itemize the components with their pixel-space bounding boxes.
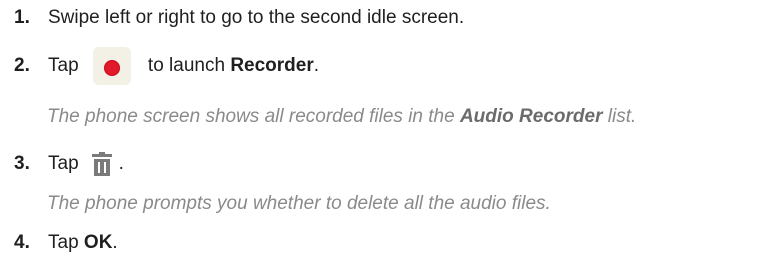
step-number: 1. bbox=[14, 7, 30, 28]
step-text-pre: Tap bbox=[48, 232, 84, 253]
note-audio-list: The phone screen shows all recorded file… bbox=[47, 105, 636, 129]
step-number: 4. bbox=[14, 232, 30, 253]
note-text-post: list. bbox=[602, 106, 637, 127]
step-text-post: to launch Recorder. bbox=[143, 54, 319, 78]
step-text-end: . bbox=[313, 55, 320, 76]
audio-recorder-label: Audio Recorder bbox=[459, 106, 603, 127]
trash-icon[interactable] bbox=[91, 152, 113, 176]
step-3: 3. Tap . bbox=[0, 152, 124, 176]
step-1: 1. Swipe left or right to go to the seco… bbox=[0, 6, 464, 30]
recorder-icon[interactable] bbox=[92, 47, 131, 85]
step-4: 4. Tap OK. bbox=[0, 231, 118, 255]
step-2: 2. Tap to launch Recorder. bbox=[0, 47, 319, 85]
note-delete-prompt: The phone prompts you whether to delete … bbox=[47, 192, 551, 216]
step-text-pre: Tap bbox=[48, 55, 79, 76]
step-text: Tap OK. bbox=[48, 231, 118, 255]
step-text-pre: Tap bbox=[48, 153, 79, 174]
step-text-end: . bbox=[118, 153, 124, 174]
step-number: 3. bbox=[14, 153, 30, 174]
recorder-label: Recorder bbox=[230, 55, 314, 76]
step-text-end: . bbox=[112, 232, 118, 253]
step-number: 2. bbox=[14, 55, 30, 76]
note-text: The phone prompts you whether to delete … bbox=[47, 193, 551, 214]
step-text-middle: to launch bbox=[142, 55, 231, 76]
step-text: Swipe left or right to go to the second … bbox=[48, 7, 465, 28]
ok-label: OK bbox=[83, 232, 113, 253]
note-text-pre: The phone screen shows all recorded file… bbox=[47, 106, 460, 127]
